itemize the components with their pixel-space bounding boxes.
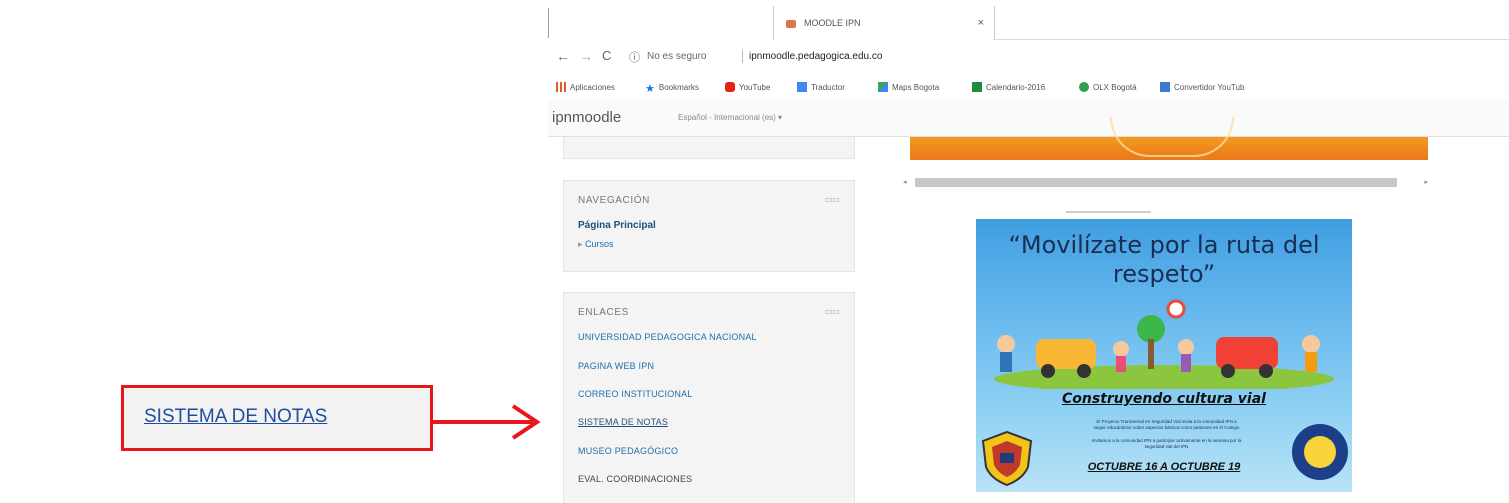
back-icon[interactable]: ← [556,48,570,64]
bookmark-maps-bogota[interactable]: Maps Bogota [878,82,939,92]
translate-icon [797,82,807,92]
navigation-block: NAVEGACIÓN ▭▭ Página Principal ▸ Cursos [563,180,855,272]
bookmark-convertidor[interactable]: Convertidor YouTub [1160,82,1244,92]
browser-tab[interactable]: MOODLE IPN × [773,6,995,40]
address-bar-row: ← → C ⓘ No es seguro ipnmoodle.pedagogic… [548,40,1509,72]
seguridad-vial-badge-icon [1292,424,1348,480]
poster-subtitle: Construyendo cultura vial [1062,391,1266,407]
block-dock-icon[interactable]: ▭▭ [825,195,840,204]
road-safety-poster: “Movilízate por la ruta del respeto” Cons… [976,219,1352,492]
bookmarks-bar: Aplicaciones ★ Bookmarks YouTube Traducto… [548,72,1509,100]
tab-close-icon[interactable]: × [978,17,984,29]
block-fragment [563,137,855,159]
reload-icon[interactable]: C [602,48,611,63]
link-pagina-web[interactable]: PAGINA WEB IPN [578,361,654,371]
poster-title: “Movilízate por la ruta del respeto” [1008,231,1320,288]
links-block: ENLACES ▭▭ UNIVERSIDAD PEDAGOGICA NACION… [563,292,855,503]
tab-title: MOODLE IPN [804,18,861,28]
callout-link-text[interactable]: SISTEMA DE NOTAS [144,406,327,428]
slider-banner [910,117,1428,160]
page-content: NAVEGACIÓN ▭▭ Página Principal ▸ Cursos … [548,117,1509,503]
horizontal-scrollbar[interactable]: ◂ ▸ [903,177,1428,188]
scroll-left-icon[interactable]: ◂ [903,178,907,186]
moodle-navbar: ipnmoodle Español - Internacional (es) ▾ [548,100,1509,137]
poster-note: El Proyecto Transversal en Seguridad Via… [1093,419,1240,430]
scroll-track[interactable] [915,178,1397,187]
poster-invitation: Invitamos a la comunidad IPN a participa… [1091,438,1242,449]
navigation-block-title: NAVEGACIÓN [578,195,650,206]
security-status: No es seguro [647,51,707,62]
ipn-shield-icon [981,430,1033,487]
converter-icon [1160,82,1170,92]
bookmark-calendario[interactable]: Calendario-2016 [972,82,1045,92]
url-text[interactable]: ipnmoodle.pedagogica.edu.co [749,51,882,62]
maps-icon [878,82,888,92]
moodle-favicon-icon [786,20,796,28]
bookmark-traductor[interactable]: Traductor [797,82,845,92]
expand-triangle-icon: ▸ [578,239,586,249]
links-block-title: ENLACES [578,307,629,318]
forward-icon[interactable]: → [579,48,593,64]
link-sistema-de-notas[interactable]: SISTEMA DE NOTAS [578,417,668,427]
olx-icon [1079,82,1089,92]
bookmark-youtube[interactable]: YouTube [725,82,770,92]
browser-window: MOODLE IPN × ← → C ⓘ No es seguro ipnmoo… [548,0,1509,503]
red-arrow-icon [433,404,541,440]
scroll-right-icon[interactable]: ▸ [1424,178,1428,186]
link-eval-coordinaciones[interactable]: EVAL. COORDINACIONES [578,474,692,484]
divider [1066,211,1151,213]
nav-home-link[interactable]: Página Principal [578,220,656,231]
calendar-icon [972,82,982,92]
nav-courses-link[interactable]: ▸ Cursos [578,239,614,250]
youtube-icon [725,82,735,92]
info-icon[interactable]: ⓘ [629,49,640,65]
bookmark-olx-bogota[interactable]: OLX Bogotá [1079,82,1137,92]
tab-divider [548,8,549,38]
link-universidad[interactable]: UNIVERSIDAD PEDAGOGICA NACIONAL [578,332,757,342]
language-menu[interactable]: Español - Internacional (es) ▾ [678,113,782,122]
url-separator [742,50,743,63]
url-field[interactable]: ⓘ No es seguro ipnmoodle.pedagogica.edu.… [623,47,1503,67]
site-brand[interactable]: ipnmoodle [552,109,621,126]
banner-decoration [1110,117,1234,157]
link-museo[interactable]: MUSEO PEDAGÓGICO [578,446,678,456]
tab-strip: MOODLE IPN × [548,0,1509,40]
kids-illustration [994,299,1334,389]
block-dock-icon[interactable]: ▭▭ [825,307,840,316]
sistema-de-notas-callout: SISTEMA DE NOTAS [121,385,433,451]
bookmark-bookmarks[interactable]: ★ Bookmarks [645,82,699,95]
star-icon: ★ [645,83,655,95]
apps-grid-icon [556,82,566,92]
bookmark-aplicaciones[interactable]: Aplicaciones [556,82,615,92]
link-correo[interactable]: CORREO INSTITUCIONAL [578,389,693,399]
